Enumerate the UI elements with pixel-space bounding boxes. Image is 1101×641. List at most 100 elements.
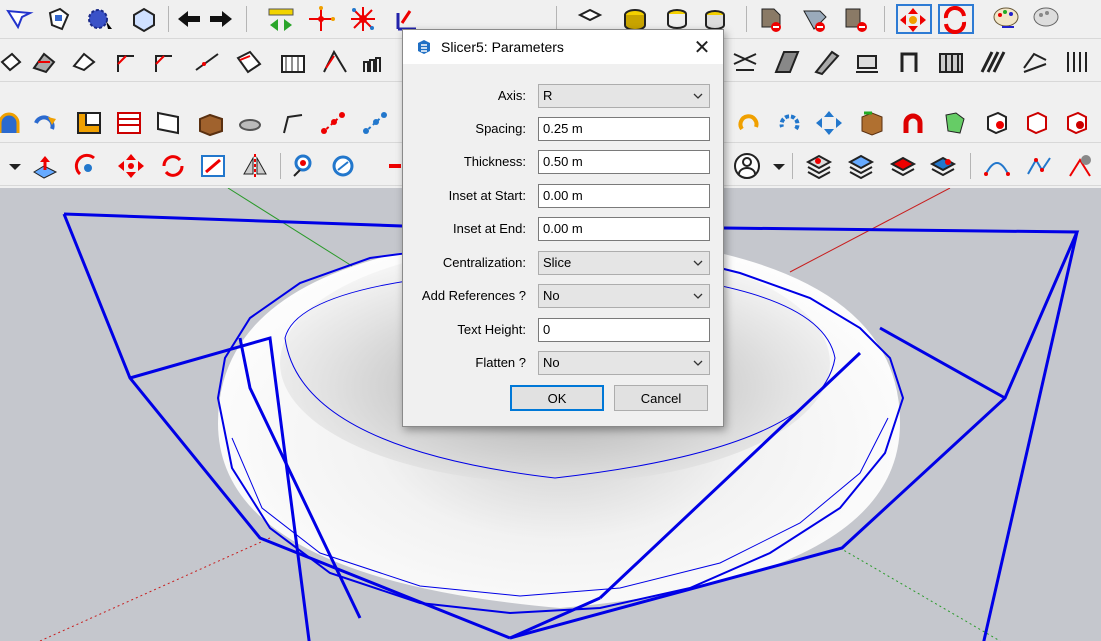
chain-icon[interactable] xyxy=(360,109,390,137)
stack-blue-icon[interactable] xyxy=(928,152,958,180)
surface-icon[interactable] xyxy=(888,152,918,180)
paste-icon[interactable] xyxy=(856,109,886,137)
reset-icon[interactable] xyxy=(842,5,872,33)
move-arrows-highlight-icon[interactable] xyxy=(896,4,932,34)
follow-me-icon[interactable] xyxy=(278,48,308,76)
refresh-highlight-icon[interactable] xyxy=(938,4,974,34)
curve-icon[interactable] xyxy=(320,48,350,76)
window-icon[interactable] xyxy=(852,48,882,76)
next-view-icon[interactable] xyxy=(206,5,236,33)
material-icon[interactable] xyxy=(800,5,830,33)
dropdown-icon[interactable] xyxy=(0,152,21,180)
user-dropdown-icon[interactable] xyxy=(764,152,785,180)
chevron-down-icon xyxy=(693,260,703,266)
paint-icon[interactable] xyxy=(86,5,116,33)
rotate-icon[interactable] xyxy=(30,109,60,137)
pan-icon[interactable] xyxy=(348,5,378,33)
move-icon[interactable] xyxy=(74,109,104,137)
add-references-select[interactable]: No xyxy=(538,284,710,308)
close-button[interactable]: ✕ xyxy=(687,34,717,60)
extrude-icon[interactable] xyxy=(30,152,60,180)
grid-icon[interactable] xyxy=(936,48,966,76)
sandbox-icon[interactable] xyxy=(1032,5,1062,33)
move-arrows-icon[interactable] xyxy=(116,152,146,180)
split-icon[interactable] xyxy=(278,109,308,137)
tape-red-icon[interactable] xyxy=(380,152,401,180)
thickness-input[interactable]: 0.50 m xyxy=(538,150,710,174)
sketchup-app-icon xyxy=(418,40,430,54)
copy-icon[interactable] xyxy=(814,109,844,137)
axis-select[interactable]: R xyxy=(538,84,710,108)
array-icon[interactable] xyxy=(196,109,226,137)
centralization-value: Slice xyxy=(543,255,572,270)
user-icon[interactable] xyxy=(732,152,762,180)
style-icon[interactable] xyxy=(756,5,786,33)
polygon-icon[interactable] xyxy=(150,48,180,76)
profile-icon[interactable] xyxy=(730,48,760,76)
text-height-row: Text Height: 0 xyxy=(403,318,723,342)
flatten-select[interactable]: No xyxy=(538,351,710,375)
previous-view-icon[interactable] xyxy=(174,5,204,33)
add-references-row: Add References ? No xyxy=(403,284,723,308)
twist-icon[interactable] xyxy=(74,152,104,180)
inset-end-input[interactable]: 0.00 m xyxy=(538,217,710,241)
inset-end-row: Inset at End: 0.00 m xyxy=(403,217,723,241)
polyline-icon[interactable] xyxy=(1024,152,1054,180)
spacing-input[interactable]: 0.25 m xyxy=(538,117,710,141)
mirror-icon[interactable] xyxy=(240,152,270,180)
wall-icon[interactable] xyxy=(772,48,802,76)
thickness-row: Thickness: 0.50 m xyxy=(403,150,723,174)
text-height-input[interactable]: 0 xyxy=(538,318,710,342)
chevron-down-icon xyxy=(693,360,703,366)
arc-icon[interactable] xyxy=(30,48,60,76)
column-icon[interactable] xyxy=(1062,48,1092,76)
scale-box-icon[interactable] xyxy=(198,152,228,180)
cube-red-icon[interactable] xyxy=(1062,109,1092,137)
tree-icon[interactable] xyxy=(1066,152,1096,180)
cube-split-icon[interactable] xyxy=(1022,109,1052,137)
dialog-title: Slicer5: Parameters xyxy=(441,39,564,55)
rectangle-icon[interactable] xyxy=(70,48,100,76)
spiral-icon[interactable] xyxy=(318,109,348,137)
eraser-icon[interactable] xyxy=(128,5,158,33)
door-icon[interactable] xyxy=(894,48,924,76)
dialog-titlebar[interactable]: Slicer5: Parameters ✕ xyxy=(403,30,723,64)
centralization-label: Centralization: xyxy=(442,255,526,270)
undo-icon[interactable] xyxy=(734,109,764,137)
cancel-button[interactable]: Cancel xyxy=(614,385,708,411)
stair-icon[interactable] xyxy=(360,48,390,76)
terrain-icon[interactable] xyxy=(846,152,876,180)
freehand-icon[interactable] xyxy=(192,48,222,76)
wave-icon[interactable] xyxy=(982,152,1012,180)
redo-icon[interactable] xyxy=(774,109,804,137)
weld-icon[interactable] xyxy=(236,109,266,137)
axes-icon[interactable] xyxy=(306,5,336,33)
cube-outline-icon[interactable] xyxy=(982,109,1012,137)
ok-button[interactable]: OK xyxy=(510,385,604,411)
stack-icon[interactable] xyxy=(804,152,834,180)
palette-icon[interactable] xyxy=(992,5,1022,33)
centralization-select[interactable]: Slice xyxy=(538,251,710,275)
rotate-arrows-icon[interactable] xyxy=(158,152,188,180)
tape-measure-icon[interactable] xyxy=(266,5,296,33)
chevron-down-icon xyxy=(693,93,703,99)
component-icon[interactable] xyxy=(44,5,74,33)
balloon-icon[interactable] xyxy=(328,152,358,180)
circle-icon[interactable] xyxy=(112,48,142,76)
offset-icon[interactable] xyxy=(234,48,264,76)
ramp-icon[interactable] xyxy=(812,48,842,76)
push-pull-icon[interactable] xyxy=(0,109,24,137)
pin-icon[interactable] xyxy=(288,152,318,180)
roof-icon[interactable] xyxy=(1020,48,1050,76)
scale-icon[interactable] xyxy=(114,109,144,137)
select-icon[interactable] xyxy=(4,5,34,33)
magnet-icon[interactable] xyxy=(898,109,928,137)
slicer-parameters-dialog: Slicer5: Parameters ✕ Axis: R Spacing: 0… xyxy=(402,29,724,427)
inset-start-input[interactable]: 0.00 m xyxy=(538,184,710,208)
shear-icon[interactable] xyxy=(940,109,970,137)
inset-end-label: Inset at End: xyxy=(453,221,526,236)
line-icon[interactable] xyxy=(0,48,30,76)
hatch-icon[interactable] xyxy=(978,48,1008,76)
flip-icon[interactable] xyxy=(154,109,184,137)
chevron-down-icon xyxy=(693,293,703,299)
